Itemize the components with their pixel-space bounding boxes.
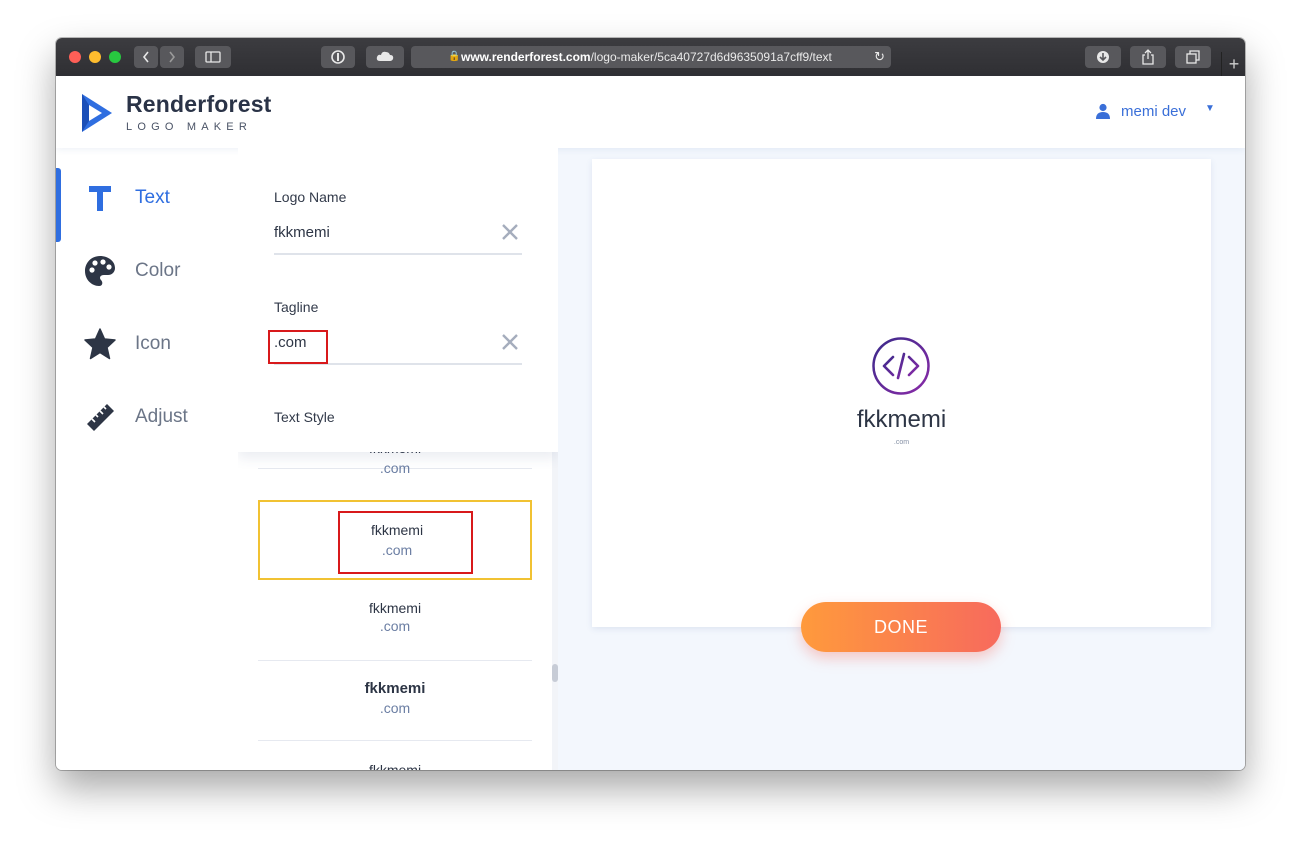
url-host: www.renderforest.com — [461, 50, 591, 64]
nav-label-adjust: Adjust — [135, 406, 188, 427]
logo-preview-canvas: fkkmemi .com — [592, 159, 1211, 627]
browser-toolbar: 🔒 www.renderforest.com/logo-maker/5ca407… — [56, 38, 1245, 77]
preview-tagline: .com — [893, 439, 910, 446]
palette-icon — [85, 256, 115, 286]
nav-label-text: Text — [135, 187, 170, 208]
caret-down-icon: ▼ — [1205, 103, 1215, 114]
sidebar-toggle-button[interactable] — [195, 46, 231, 68]
text-style-option[interactable]: fkkmemi — [258, 740, 532, 770]
forward-button[interactable] — [160, 46, 184, 68]
style-tagline: .com — [379, 460, 411, 476]
lock-icon: 🔒 — [448, 51, 461, 62]
close-window-button[interactable] — [69, 51, 81, 63]
clear-icon[interactable] — [500, 332, 520, 352]
ruler-icon — [87, 404, 114, 431]
user-name: memi dev — [1121, 103, 1187, 120]
tagline-label: Tagline — [274, 299, 319, 315]
zoom-window-button[interactable] — [109, 51, 121, 63]
sidebar-icon — [205, 51, 221, 63]
chevron-right-icon — [169, 51, 176, 63]
user-icon — [1096, 103, 1110, 119]
brand-subtitle: LOGO MAKER — [126, 121, 252, 133]
tabs-icon — [1186, 50, 1200, 64]
annotation-highlight-box — [338, 511, 473, 574]
password-icon — [331, 50, 345, 64]
share-icon — [1142, 49, 1154, 65]
style-tagline: .com — [379, 700, 411, 716]
new-tab-button[interactable]: + — [1221, 52, 1245, 76]
style-name: fkkmemi — [368, 762, 422, 770]
chevron-left-icon — [142, 51, 149, 63]
url-text: www.renderforest.com/logo-maker/5ca40727… — [461, 46, 832, 68]
nav-label-icon: Icon — [135, 333, 171, 354]
minimize-window-button[interactable] — [89, 51, 101, 63]
style-tagline: .com — [379, 618, 411, 634]
nav-item-adjust[interactable]: Adjust — [56, 387, 238, 447]
text-style-option[interactable]: fkkmemi .com — [258, 580, 532, 661]
downloads-button[interactable] — [1085, 46, 1121, 68]
reload-icon[interactable]: ↻ — [874, 46, 885, 68]
done-button[interactable]: DONE — [801, 602, 1001, 652]
nav-item-icon[interactable]: Icon — [56, 314, 238, 374]
download-icon — [1097, 51, 1109, 63]
text-style-list: fkkmemi .com fkkmemi .com fkkmemi .com f… — [238, 438, 552, 770]
logo-name-label: Logo Name — [274, 189, 347, 205]
cloud-icon — [376, 51, 394, 61]
star-icon — [84, 328, 116, 360]
tabs-overview-button[interactable] — [1175, 46, 1211, 68]
active-indicator — [56, 168, 61, 242]
url-path: /logo-maker/5ca40727d6d9635091a7cff9/tex… — [590, 50, 832, 64]
share-button[interactable] — [1130, 46, 1166, 68]
icloud-button[interactable] — [366, 46, 404, 68]
preview-logo-name: fkkmemi — [856, 406, 947, 433]
style-name: fkkmemi — [368, 600, 422, 616]
text-icon — [89, 186, 111, 211]
nav-label-color: Color — [135, 260, 181, 281]
password-button[interactable] — [321, 46, 355, 68]
back-button[interactable] — [134, 46, 158, 68]
logo-name-input[interactable]: fkkmemi — [274, 213, 522, 255]
text-style-label: Text Style — [274, 409, 335, 425]
text-style-option[interactable]: fkkmemi .com — [258, 660, 532, 741]
brand-name: Renderforest — [126, 91, 272, 117]
style-name: fkkmemi — [364, 680, 426, 697]
code-icon — [872, 337, 930, 395]
text-settings-panel: fkkmemi .com fkkmemi .com fkkmemi .com f… — [238, 148, 558, 770]
logo-name-value: fkkmemi — [274, 224, 330, 241]
text-form-card: Logo Name fkkmemi Tagline .com Text Styl… — [238, 148, 558, 452]
preview-workspace: fkkmemi .com DONE — [558, 148, 1245, 770]
app-header: Renderforest LOGO MAKER memi dev ▼ — [56, 76, 1245, 148]
address-bar[interactable]: 🔒 www.renderforest.com/logo-maker/5ca407… — [411, 46, 891, 68]
nav-item-color[interactable]: Color — [56, 241, 238, 301]
editor-sidenav: Text Color Icon Adjust — [56, 148, 239, 770]
renderforest-logo-icon[interactable] — [80, 92, 114, 134]
browser-window: 🔒 www.renderforest.com/logo-maker/5ca407… — [56, 38, 1245, 770]
nav-item-text[interactable]: Text — [56, 168, 238, 242]
annotation-highlight-box — [268, 330, 328, 364]
clear-icon[interactable] — [500, 222, 520, 242]
